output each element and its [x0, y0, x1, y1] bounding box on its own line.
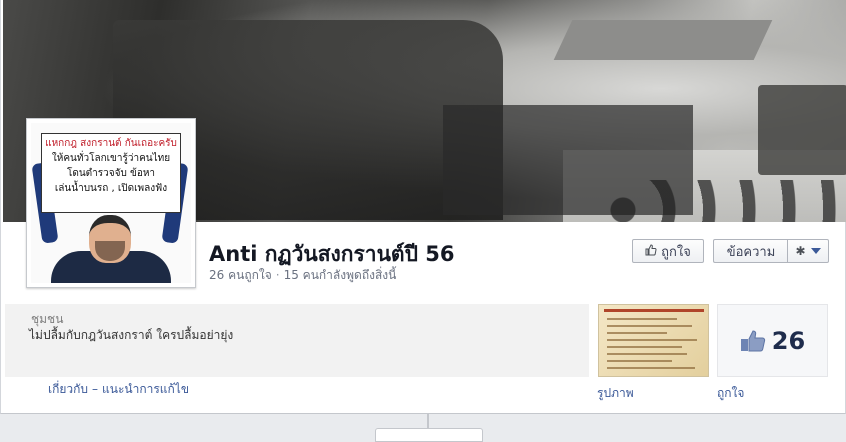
cover-bus	[758, 85, 846, 175]
page-description: ไม่ปลื้มกับกฎวันสงกราต์ ใครปลื้มอย่ายุ่ง	[29, 328, 234, 342]
suggest-edit-link[interactable]: แนะนำการแก้ไข	[102, 382, 189, 396]
profile-sign: แหกกฎ สงกรานต์ กันเถอะครับ ให้คนทั่วโลกเ…	[41, 133, 181, 213]
timeline-connector	[427, 414, 429, 428]
page-stats: 26 คนถูกใจ · 15 คนกำลังพูดถึงสิ่งนี้	[209, 266, 396, 285]
sign-line-1: แหกกฎ สงกรานต์ กันเถอะครับ	[45, 138, 177, 149]
message-button-label: ข้อความ	[726, 244, 776, 260]
profile-picture-image: แหกกฎ สงกรานต์ กันเถอะครับ ให้คนทั่วโลกเ…	[31, 123, 191, 283]
like-button[interactable]: ถูกใจ	[632, 239, 704, 263]
chevron-down-icon	[810, 248, 821, 254]
cover-crowd	[603, 180, 846, 222]
gear-icon: ✱	[795, 244, 806, 258]
settings-dropdown-button[interactable]: ✱	[787, 239, 829, 263]
thumbs-up-icon	[740, 329, 766, 352]
thumb-line	[607, 360, 672, 362]
thumb-line	[607, 332, 667, 334]
likes-count-text: 26 คนถูกใจ	[209, 268, 272, 282]
talking-about-text: 15 คนกำลังพูดถึงสิ่งนี้	[283, 268, 397, 282]
cover-roof-shape	[553, 20, 773, 60]
page-header-card: แหกกฎ สงกรานต์ กันเถอะครับ ให้คนทั่วโลกเ…	[0, 0, 846, 414]
thumbs-up-icon	[645, 243, 657, 259]
thumb-heading	[604, 309, 704, 312]
thumb-line	[607, 339, 697, 341]
likes-box[interactable]: 26	[717, 304, 828, 377]
like-button-label: ถูกใจ	[661, 244, 691, 260]
thumb-line	[607, 367, 695, 369]
profile-picture[interactable]: แหกกฎ สงกรานต์ กันเถอะครับ ให้คนทั่วโลกเ…	[26, 118, 196, 288]
thumb-line	[607, 325, 692, 327]
thumb-line	[607, 353, 687, 355]
message-button[interactable]: ข้อความ	[713, 239, 788, 263]
timeline-tab[interactable]	[375, 428, 483, 442]
photos-thumbnail[interactable]	[598, 304, 709, 377]
links-dash: –	[92, 382, 99, 396]
about-link[interactable]: เกี่ยวกับ	[48, 382, 88, 396]
thumb-line	[607, 346, 682, 348]
likes-count: 26	[771, 326, 806, 355]
sign-line-4: เล่นน้ำบนรถ , เปิดเพลงฟัง	[54, 183, 168, 194]
about-links: เกี่ยวกับ – แนะนำการแก้ไข	[48, 380, 189, 399]
likes-link[interactable]: ถูกใจ	[717, 384, 744, 403]
stats-separator: ·	[275, 268, 280, 282]
sign-line-2: ให้คนทั่วโลกเขารู้ว่าคนไทย	[51, 153, 171, 164]
photos-link[interactable]: รูปภาพ	[597, 384, 634, 403]
sign-line-3: โดนตำรวจจับ ข้อหา	[66, 168, 156, 179]
thumb-line	[607, 318, 677, 320]
about-box: ชุมชน ไม่ปลื้มกับกฎวันสงกราต์ ใครปลื้มอย…	[5, 304, 589, 377]
